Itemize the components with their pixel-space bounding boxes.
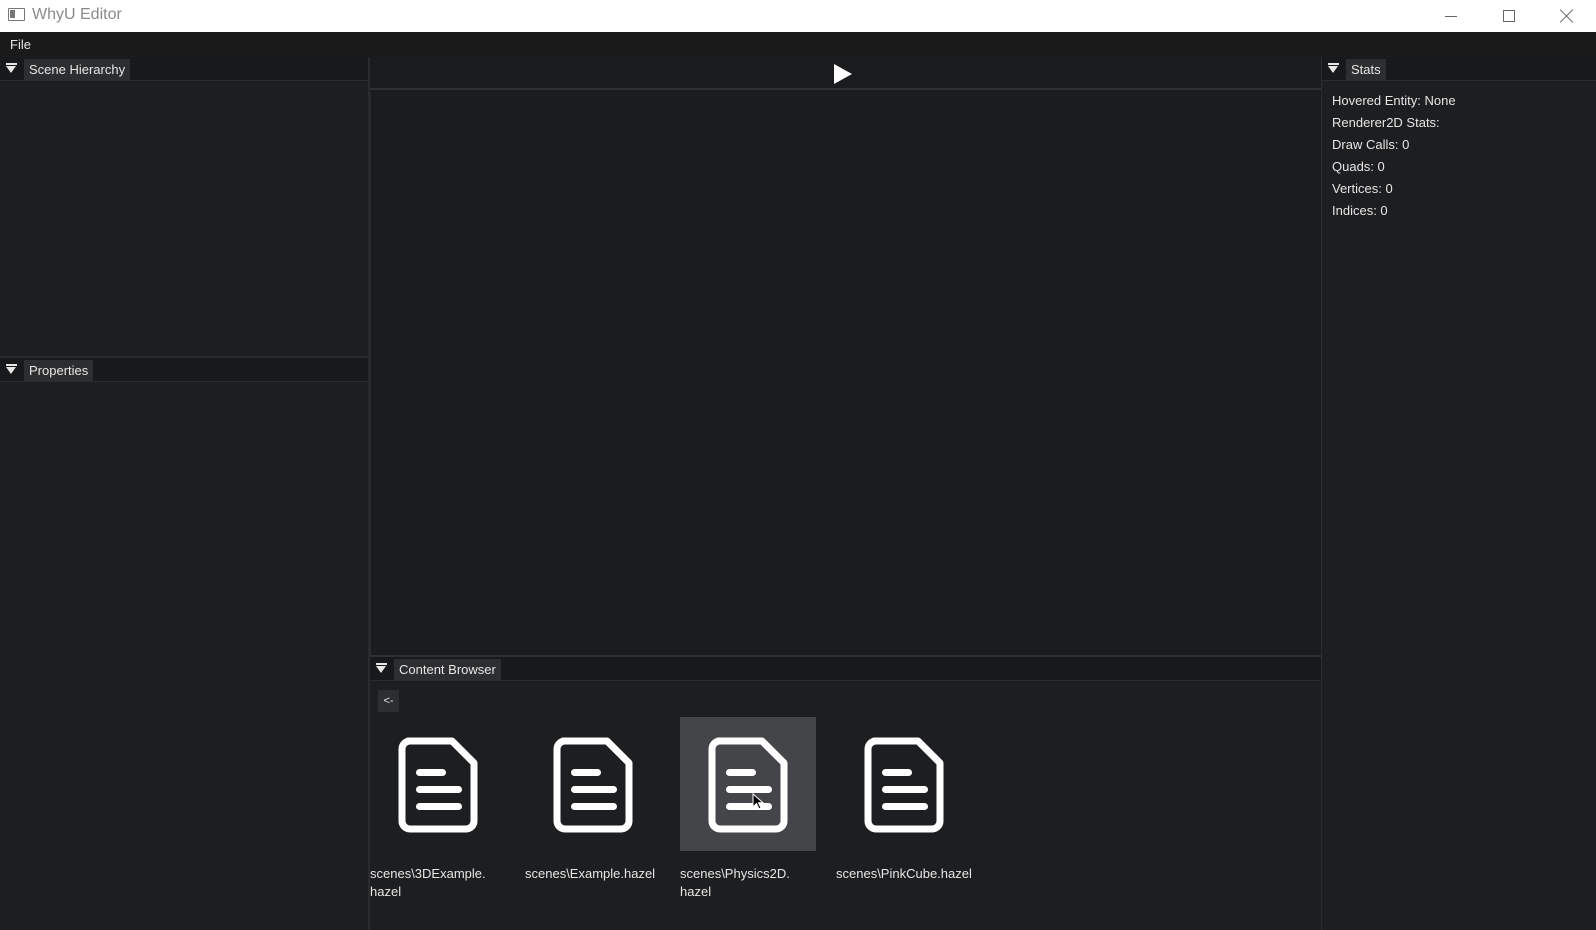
file-thumbnail[interactable]: [370, 717, 506, 851]
document-icon: [708, 737, 788, 833]
file-thumbnail-selected[interactable]: [680, 717, 816, 851]
stats-panel: Stats Hovered Entity: None Renderer2D St…: [1322, 57, 1596, 930]
file-item[interactable]: scenes\Example.hazel: [525, 717, 661, 883]
stat-vertices: Vertices: 0: [1332, 181, 1393, 196]
file-item[interactable]: scenes\PinkCube.hazel: [836, 717, 986, 883]
properties-header: Properties: [0, 358, 368, 382]
play-icon[interactable]: [834, 64, 852, 84]
maximize-icon: [1503, 10, 1515, 22]
stat-indices: Indices: 0: [1332, 203, 1388, 218]
scene-viewport[interactable]: [370, 92, 1321, 655]
collapse-arrow-icon[interactable]: [6, 63, 17, 74]
tab-content-browser[interactable]: Content Browser: [394, 659, 501, 680]
viewport-toolbar: [370, 57, 1321, 90]
stat-quads: Quads: 0: [1332, 159, 1385, 174]
window-app-icon: [8, 8, 25, 21]
collapse-arrow-icon[interactable]: [6, 364, 17, 375]
menu-bar: File: [0, 32, 1596, 56]
stat-draw-calls: Draw Calls: 0: [1332, 137, 1410, 152]
maximize-button[interactable]: [1480, 0, 1538, 32]
window-title-bar: WhyU Editor: [0, 0, 1596, 32]
stat-hovered-entity: Hovered Entity: None: [1332, 93, 1456, 108]
stats-header: Stats: [1322, 57, 1596, 81]
document-icon: [398, 737, 478, 833]
close-button[interactable]: [1538, 0, 1596, 32]
back-button[interactable]: <-: [378, 690, 399, 712]
minimize-button[interactable]: [1422, 0, 1480, 32]
tab-scene-hierarchy[interactable]: Scene Hierarchy: [24, 59, 131, 80]
mouse-cursor-icon: [752, 793, 765, 810]
file-label: scenes\Example.hazel: [525, 866, 656, 881]
document-icon: [553, 737, 633, 833]
stats-body: Hovered Entity: None Renderer2D Stats: D…: [1332, 90, 1456, 222]
file-label: scenes\Physics2D. hazel: [680, 866, 790, 899]
properties-panel: Properties: [0, 358, 368, 930]
stat-renderer2d-heading: Renderer2D Stats:: [1332, 115, 1440, 130]
file-item[interactable]: scenes\Physics2D. hazel: [680, 717, 816, 901]
menu-file[interactable]: File: [10, 37, 31, 52]
scene-hierarchy-header: Scene Hierarchy: [0, 57, 368, 81]
close-icon: [1560, 9, 1574, 23]
file-thumbnail[interactable]: [525, 717, 661, 851]
file-thumbnail[interactable]: [836, 717, 972, 851]
left-horizontal-splitter[interactable]: [0, 356, 368, 358]
tab-properties[interactable]: Properties: [24, 360, 94, 381]
scene-hierarchy-panel: Scene Hierarchy: [0, 57, 368, 357]
content-browser-panel: Content Browser <- scenes\3DExample. haz…: [370, 655, 1321, 930]
collapse-arrow-icon[interactable]: [1328, 63, 1339, 74]
tab-stats[interactable]: Stats: [1346, 59, 1386, 80]
document-icon: [864, 737, 944, 833]
file-label: scenes\3DExample. hazel: [370, 866, 486, 899]
minimize-icon: [1445, 15, 1457, 17]
file-label: scenes\PinkCube.hazel: [836, 866, 972, 881]
content-browser-header: Content Browser: [370, 655, 1321, 681]
collapse-arrow-icon[interactable]: [376, 663, 387, 674]
file-item[interactable]: scenes\3DExample. hazel: [370, 717, 506, 901]
window-title: WhyU Editor: [32, 6, 122, 23]
